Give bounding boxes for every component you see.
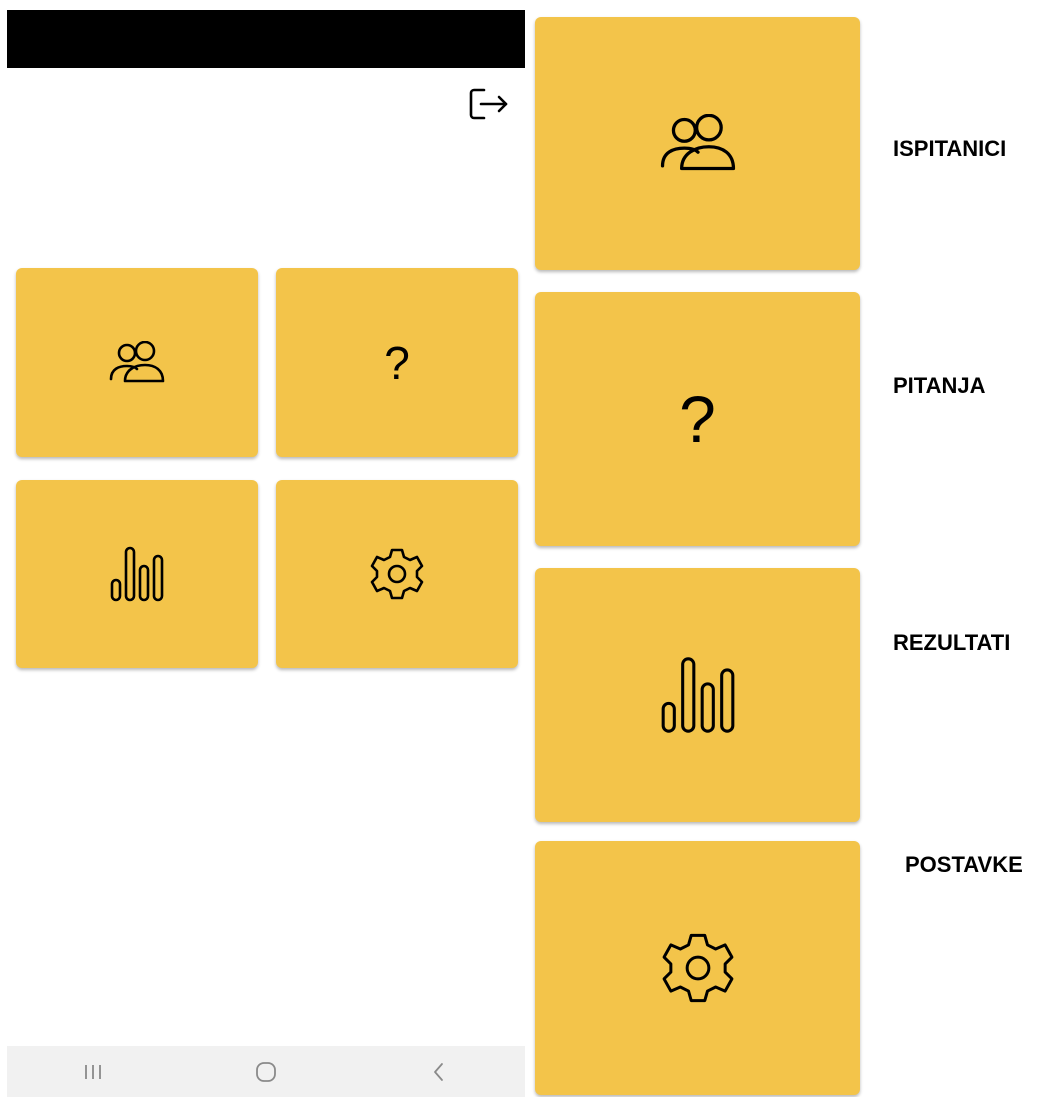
- tile-ispitanici[interactable]: [16, 268, 258, 457]
- back-button[interactable]: [409, 1052, 469, 1092]
- users-icon: [109, 340, 165, 382]
- tile-rezultati[interactable]: [16, 480, 258, 668]
- home-button[interactable]: [236, 1052, 296, 1092]
- legend-tile-rezultati: [535, 568, 860, 822]
- question-icon: ?: [384, 336, 410, 389]
- logout-icon: [469, 88, 508, 120]
- legend-tile-postavke: [535, 841, 860, 1095]
- legend-tile-ispitanici: [535, 17, 860, 270]
- gear-icon: [370, 548, 424, 600]
- legend-label-pitanja: PITANJA: [893, 373, 986, 398]
- tile-postavke[interactable]: [276, 480, 518, 668]
- users-icon: [660, 113, 735, 170]
- legend-label-rezultati: REZULTATI: [893, 630, 1011, 655]
- home-icon: [256, 1061, 276, 1082]
- tile-pitanja[interactable]: ?: [276, 268, 518, 457]
- back-icon: [433, 1062, 443, 1081]
- gear-icon: [662, 933, 733, 1003]
- recents-button[interactable]: [63, 1052, 123, 1092]
- legend-label-postavke: POSTAVKE: [905, 852, 1023, 877]
- question-icon: ?: [679, 382, 716, 456]
- recents-icon: [85, 1064, 102, 1079]
- status-bar: [7, 10, 525, 68]
- legend-label-ispitanici: ISPITANICI: [893, 136, 1007, 161]
- bar-chart-icon: [661, 657, 734, 733]
- bar-chart-icon: [110, 546, 164, 602]
- android-nav-bar: [7, 1046, 525, 1097]
- logout-button[interactable]: [468, 86, 512, 122]
- legend-tile-pitanja: ?: [535, 292, 860, 546]
